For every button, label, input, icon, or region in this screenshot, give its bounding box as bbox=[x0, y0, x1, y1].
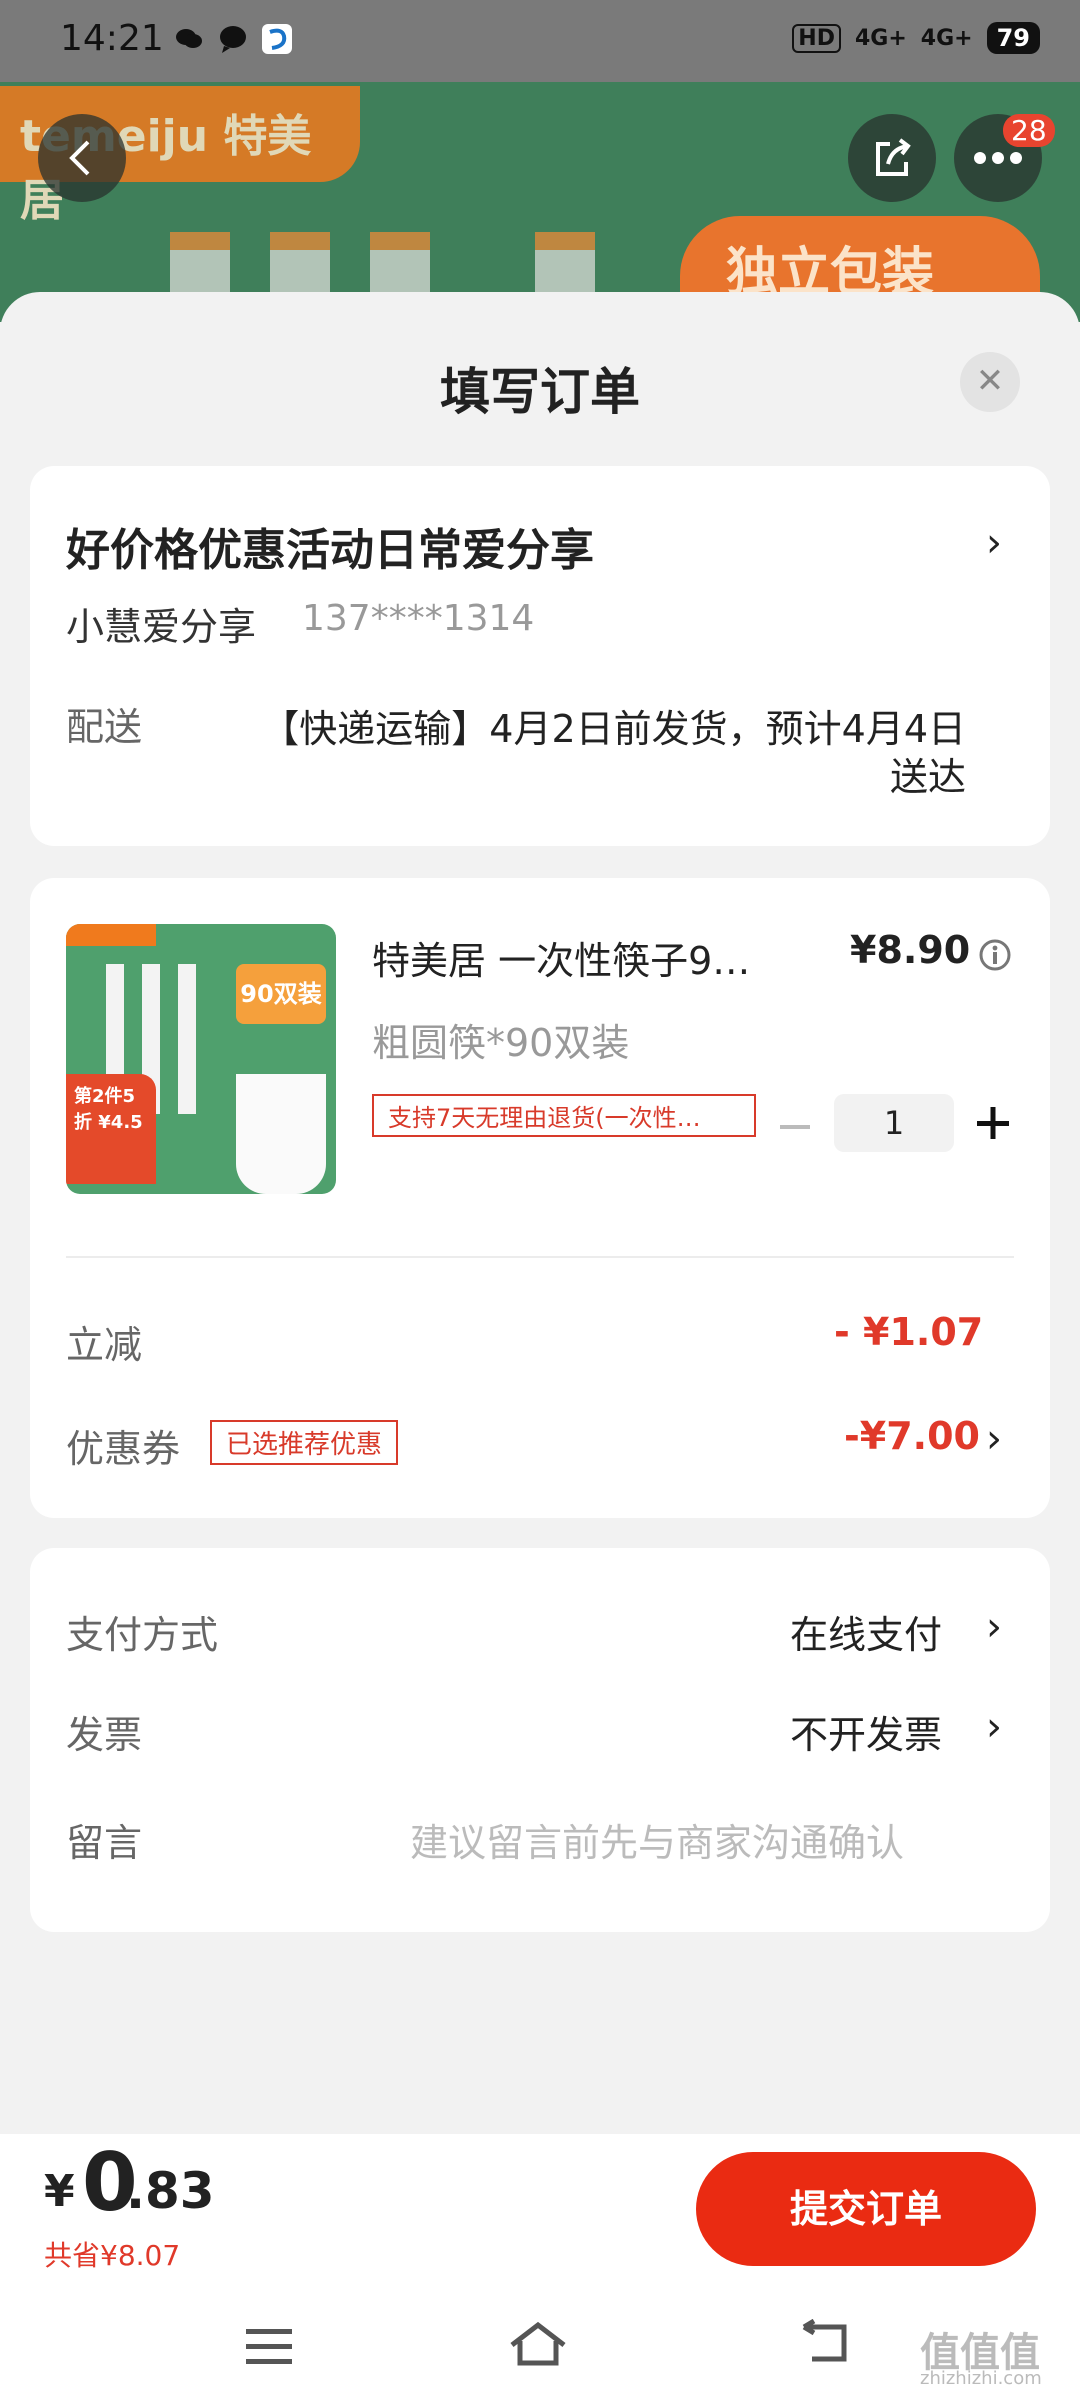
menu-icon[interactable] bbox=[244, 2318, 294, 2383]
delivery-label: 配送 bbox=[66, 705, 143, 749]
thumbnail-brand-strip bbox=[66, 924, 156, 946]
instant-discount-value: - ¥1.07 bbox=[834, 1310, 984, 1354]
recipient-name: 小慧爱分享 bbox=[66, 605, 257, 649]
status-right: HD 4G+ 4G+ 79 bbox=[792, 22, 1040, 54]
product-name: 特美居 一次性筷子9… bbox=[372, 939, 751, 983]
minus-icon bbox=[780, 1125, 810, 1129]
invoice-label: 发票 bbox=[66, 1713, 143, 1757]
more-dots-icon bbox=[974, 152, 1022, 164]
address-title: 好价格优惠活动日常爱分享 bbox=[66, 525, 594, 576]
coupon-label: 优惠券 bbox=[66, 1427, 181, 1471]
thumbnail-pack-label: 90双装 bbox=[236, 964, 326, 1024]
status-time: 14:21 bbox=[60, 18, 164, 59]
coupon-value[interactable]: -¥7.00 bbox=[844, 1414, 980, 1458]
payment-method-label: 支付方式 bbox=[66, 1613, 219, 1657]
quantity-increase-button[interactable] bbox=[976, 1106, 1010, 1144]
notification-badge: 28 bbox=[1003, 114, 1055, 147]
signal-4g-icon-2: 4G+ bbox=[920, 25, 973, 51]
plus-icon bbox=[977, 1107, 1009, 1139]
message-icon bbox=[218, 24, 248, 54]
watermark: 值值值 zhizhizhi.com bbox=[920, 2330, 1042, 2389]
share-icon bbox=[876, 138, 911, 176]
thumbnail-cup bbox=[236, 1074, 326, 1194]
share-button[interactable] bbox=[848, 114, 936, 202]
sheet-title: 填写订单 bbox=[440, 363, 640, 421]
delivery-info-line2: 送达 bbox=[889, 755, 966, 799]
system-nav-bar bbox=[0, 2300, 1080, 2408]
wechat-icon bbox=[174, 24, 204, 54]
product-thumbnail[interactable]: 90双装 第2件5折 ¥4.5 bbox=[66, 924, 336, 1194]
total-currency: ¥ bbox=[44, 2166, 75, 2217]
payment-method-value[interactable]: 在线支付 bbox=[790, 1604, 942, 1659]
signal-4g-icon: 4G+ bbox=[854, 25, 907, 51]
battery-icon: 79 bbox=[986, 22, 1040, 54]
return-policy-tag: 支持7天无理由退货(一次性… bbox=[372, 1094, 756, 1137]
telecom-icon bbox=[262, 24, 292, 54]
note-input[interactable]: 建议留言前先与商家沟通确认 bbox=[410, 1812, 904, 1867]
coupon-recommended-tag: 已选推荐优惠 bbox=[210, 1420, 399, 1465]
note-label: 留言 bbox=[66, 1821, 143, 1865]
thumbnail-chopstick bbox=[178, 964, 196, 1114]
invoice-value[interactable]: 不开发票 bbox=[790, 1704, 942, 1759]
submit-order-button[interactable]: 提交订单 bbox=[696, 2152, 1036, 2266]
status-bar: 14:21 HD 4G+ 4G+ 79 bbox=[0, 0, 1080, 82]
quantity-input[interactable]: 1 bbox=[834, 1094, 954, 1152]
quantity-decrease-button[interactable] bbox=[778, 1110, 812, 1148]
recipient-phone: 137****1314 bbox=[302, 598, 535, 639]
total-amount-decimal: .83 bbox=[126, 2162, 215, 2220]
chevron-right-icon[interactable]: › bbox=[986, 1416, 1002, 1462]
chevron-right-icon[interactable]: › bbox=[986, 1704, 1002, 1750]
close-icon: ✕ bbox=[975, 361, 1005, 401]
watermark-domain: zhizhizhi.com bbox=[920, 2368, 1042, 2389]
product-price: ¥8.90 bbox=[850, 928, 971, 972]
chevron-right-icon[interactable]: › bbox=[986, 520, 1002, 566]
divider bbox=[66, 1256, 1014, 1258]
chevron-left-icon bbox=[69, 140, 90, 176]
product-hero-image: temeiju 特美居 独立包装 bbox=[0, 82, 1080, 322]
home-icon[interactable] bbox=[508, 2318, 568, 2383]
thumbnail-promo: 第2件5折 ¥4.5 bbox=[66, 1074, 156, 1184]
chevron-right-icon[interactable]: › bbox=[986, 1604, 1002, 1650]
back-button[interactable] bbox=[38, 114, 126, 202]
hd-icon: HD bbox=[792, 23, 841, 53]
info-icon[interactable] bbox=[978, 938, 1012, 976]
instant-discount-label: 立减 bbox=[66, 1323, 143, 1367]
delivery-info-line1: 【快递运输】4月2日前发货，预计4月4日 bbox=[261, 707, 966, 751]
total-saved: 共省¥8.07 bbox=[44, 2239, 181, 2272]
product-spec: 粗圆筷*90双装 bbox=[372, 1021, 630, 1065]
back-nav-icon[interactable] bbox=[800, 2318, 850, 2383]
close-button[interactable]: ✕ bbox=[960, 352, 1020, 412]
